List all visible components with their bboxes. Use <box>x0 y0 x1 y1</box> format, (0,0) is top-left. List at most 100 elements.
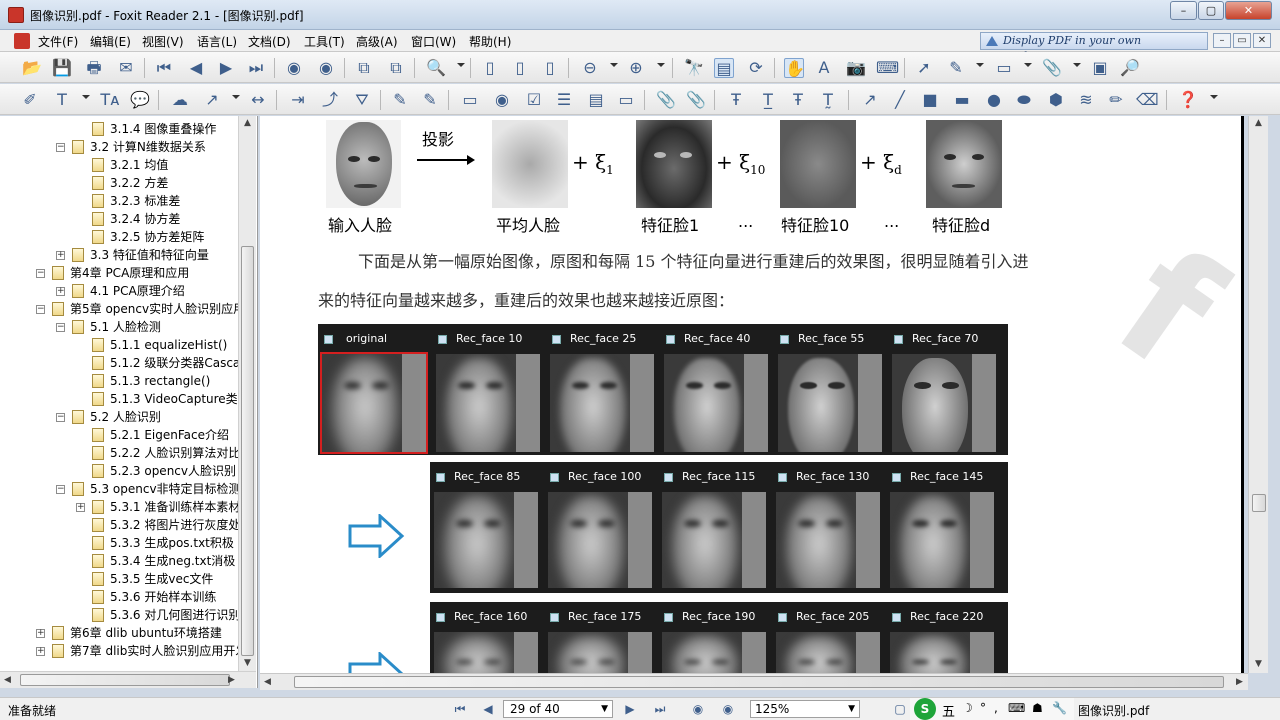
sidebar-horizontal-scrollbar[interactable]: ◀ ▶ <box>0 671 256 688</box>
expand-icon[interactable]: + <box>56 251 65 260</box>
minimize-button[interactable]: – <box>1170 1 1197 20</box>
zoom-field[interactable]: 125% ▼ <box>750 700 860 718</box>
bookmark-item[interactable]: − 第4章 PCA原理和应用 <box>0 264 238 282</box>
bookmark-item[interactable]: 5.3.5 生成vec文件 <box>0 570 238 588</box>
single-page-icon[interactable]: ▯ <box>480 58 500 78</box>
distance-tool-icon[interactable]: ↔ <box>248 90 268 110</box>
bookmark-item[interactable]: 5.3.3 生成pos.txt积极 <box>0 534 238 552</box>
bookmark-item[interactable]: − 第5章 opencv实时人脸识别应用 <box>0 300 238 318</box>
typewriter-dropdown-icon[interactable] <box>82 95 90 99</box>
document-horizontal-scrollbar[interactable]: ◀ ▶ <box>260 673 1248 690</box>
email-icon[interactable]: ✉ <box>116 58 136 78</box>
comment-tool-icon[interactable]: 💬 <box>130 90 150 110</box>
open-icon[interactable]: 📂 <box>22 58 42 78</box>
menu-view[interactable]: 视图(V) <box>142 33 184 50</box>
expand-icon[interactable]: + <box>76 503 85 512</box>
document-view[interactable]: f 投影 + ξ1 + ξ10 + ξd 输入人脸 平均人脸 特征脸1 ... … <box>260 116 1262 673</box>
collapse-icon[interactable]: − <box>56 485 65 494</box>
bookmark-item[interactable]: 3.2.2 方差 <box>0 174 238 192</box>
ime-comma-icon[interactable]: , <box>994 701 998 715</box>
next-page-icon[interactable]: ▶ <box>216 58 236 78</box>
arrow-tool-icon[interactable]: ↗ <box>202 90 222 110</box>
status-back-icon[interactable]: ◉ <box>690 701 706 717</box>
squiggly-icon[interactable]: T̰ <box>818 90 838 110</box>
prev-page-icon[interactable]: ◀ <box>186 58 206 78</box>
textfield-tool-icon[interactable]: ▭ <box>460 90 480 110</box>
clip-icon[interactable]: 📎 <box>686 90 706 110</box>
doc-hscroll-thumb[interactable] <box>294 676 1224 688</box>
bookmark-item[interactable]: + 第6章 dlib ubuntu环境搭建 <box>0 624 238 642</box>
page-number-field[interactable]: 29 of 40 ▼ <box>503 700 613 718</box>
promo-banner[interactable]: Display PDF in your own applications <box>980 32 1208 63</box>
menu-file[interactable]: 文件(F) <box>38 33 78 50</box>
copy-icon[interactable]: ⧉ <box>354 58 374 78</box>
help-icon[interactable]: ❓ <box>1178 90 1198 110</box>
bookmark-item[interactable]: 3.2.1 均值 <box>0 156 238 174</box>
typewriter-tool-icon[interactable]: T <box>52 90 72 110</box>
pencil-icon[interactable]: ✏ <box>1106 90 1126 110</box>
attach-tool-icon[interactable]: 📎 <box>1042 58 1062 78</box>
bookmark-item[interactable]: 5.1.2 级联分类器Cascade <box>0 354 238 372</box>
bookmark-item[interactable]: 5.1.3 VideoCapture类 <box>0 390 238 408</box>
attach-file-icon[interactable]: 📎 <box>656 90 676 110</box>
continuous-page-icon[interactable]: ▯ <box>510 58 530 78</box>
select-annotation-icon[interactable]: ➚ <box>914 58 934 78</box>
combobox-tool-icon[interactable]: ▤ <box>586 90 606 110</box>
bookmark-item[interactable]: 5.2.1 EigenFace介绍 <box>0 426 238 444</box>
collapse-icon[interactable]: − <box>56 143 65 152</box>
help-dropdown-icon[interactable] <box>1210 95 1218 99</box>
scroll-down-icon[interactable]: ▼ <box>244 658 251 668</box>
menu-help[interactable]: 帮助(H) <box>469 33 511 50</box>
bookmark-item[interactable]: 5.2.2 人脸识别算法对比 <box>0 444 238 462</box>
bookmark-item[interactable]: + 第7章 dlib实时人脸识别应用开发 <box>0 642 238 660</box>
doc-scroll-right-icon[interactable]: ▶ <box>1236 677 1243 687</box>
menu-window[interactable]: 窗口(W) <box>411 33 456 50</box>
button-tool-icon[interactable]: ▭ <box>616 90 636 110</box>
ime-degree-icon[interactable]: ° <box>980 701 986 715</box>
doc-minimize-button[interactable]: – <box>1213 33 1231 48</box>
close-button[interactable]: ✕ <box>1225 1 1272 20</box>
page-dropdown-icon[interactable]: ▼ <box>601 701 608 717</box>
rectangle-tool-icon[interactable]: ▭ <box>994 58 1014 78</box>
rectangle-dropdown-icon[interactable] <box>1024 63 1032 67</box>
expand-icon[interactable]: + <box>36 629 45 638</box>
bookmark-panel-icon[interactable]: ▤ <box>714 58 734 78</box>
paste-icon[interactable]: ⧉ <box>386 58 406 78</box>
rect-draw-icon[interactable]: ▬ <box>952 90 972 110</box>
text-markup-icon[interactable]: Ŧ <box>726 90 746 110</box>
menu-advanced[interactable]: 高级(A) <box>356 33 398 50</box>
zoom-dropdown-icon[interactable] <box>457 63 465 67</box>
radio-tool-icon[interactable]: ◉ <box>492 90 512 110</box>
pen-tool-icon[interactable]: ✎ <box>420 90 440 110</box>
back-icon[interactable]: ◉ <box>284 58 304 78</box>
scroll-up-icon[interactable]: ▲ <box>244 118 251 128</box>
first-page-icon[interactable]: ⏮ <box>154 58 174 78</box>
expand-icon[interactable]: + <box>36 647 45 656</box>
underline-icon[interactable]: T̲ <box>758 90 778 110</box>
save-icon[interactable]: 💾 <box>52 58 72 78</box>
zoom-icon[interactable]: 🔍 <box>426 58 446 78</box>
menu-document[interactable]: 文档(D) <box>248 33 291 50</box>
menu-edit[interactable]: 编辑(E) <box>90 33 131 50</box>
checkbox-tool-icon[interactable]: ☑ <box>524 90 544 110</box>
collapse-icon[interactable]: − <box>36 269 45 278</box>
bookmark-item[interactable]: − 5.1 人脸检测 <box>0 318 238 336</box>
zoom-in-icon[interactable]: ⊕ <box>626 58 646 78</box>
bookmark-item[interactable]: − 5.2 人脸识别 <box>0 408 238 426</box>
find-binoculars-icon[interactable]: 🔭 <box>684 58 704 78</box>
ime-keyboard-icon[interactable]: ⌨ <box>1008 701 1025 715</box>
bookmark-item[interactable]: 3.2.5 协方差矩阵 <box>0 228 238 246</box>
forward-icon[interactable]: ◉ <box>316 58 336 78</box>
ime-settings-icon[interactable]: 🔧 <box>1052 701 1067 715</box>
bookmark-item[interactable]: +5.3.1 准备训练样本素材 <box>0 498 238 516</box>
zoom-out-icon[interactable]: ⊖ <box>580 58 600 78</box>
zoom-in-dropdown-icon[interactable] <box>657 63 665 67</box>
bookmark-item[interactable]: 3.1.4 图像重叠操作 <box>0 120 238 138</box>
arrow-draw-icon[interactable]: ↗ <box>860 90 880 110</box>
collapse-icon[interactable]: − <box>56 323 65 332</box>
stamp-tool-icon[interactable]: ✎ <box>390 90 410 110</box>
bookmark-item[interactable]: 3.2.3 标准差 <box>0 192 238 210</box>
bookmark-item[interactable]: 5.1.3 rectangle() <box>0 372 238 390</box>
bookmark-item[interactable]: 5.3.6 对几何图进行识别 <box>0 606 238 624</box>
status-prev-page-icon[interactable]: ◀ <box>480 701 496 717</box>
